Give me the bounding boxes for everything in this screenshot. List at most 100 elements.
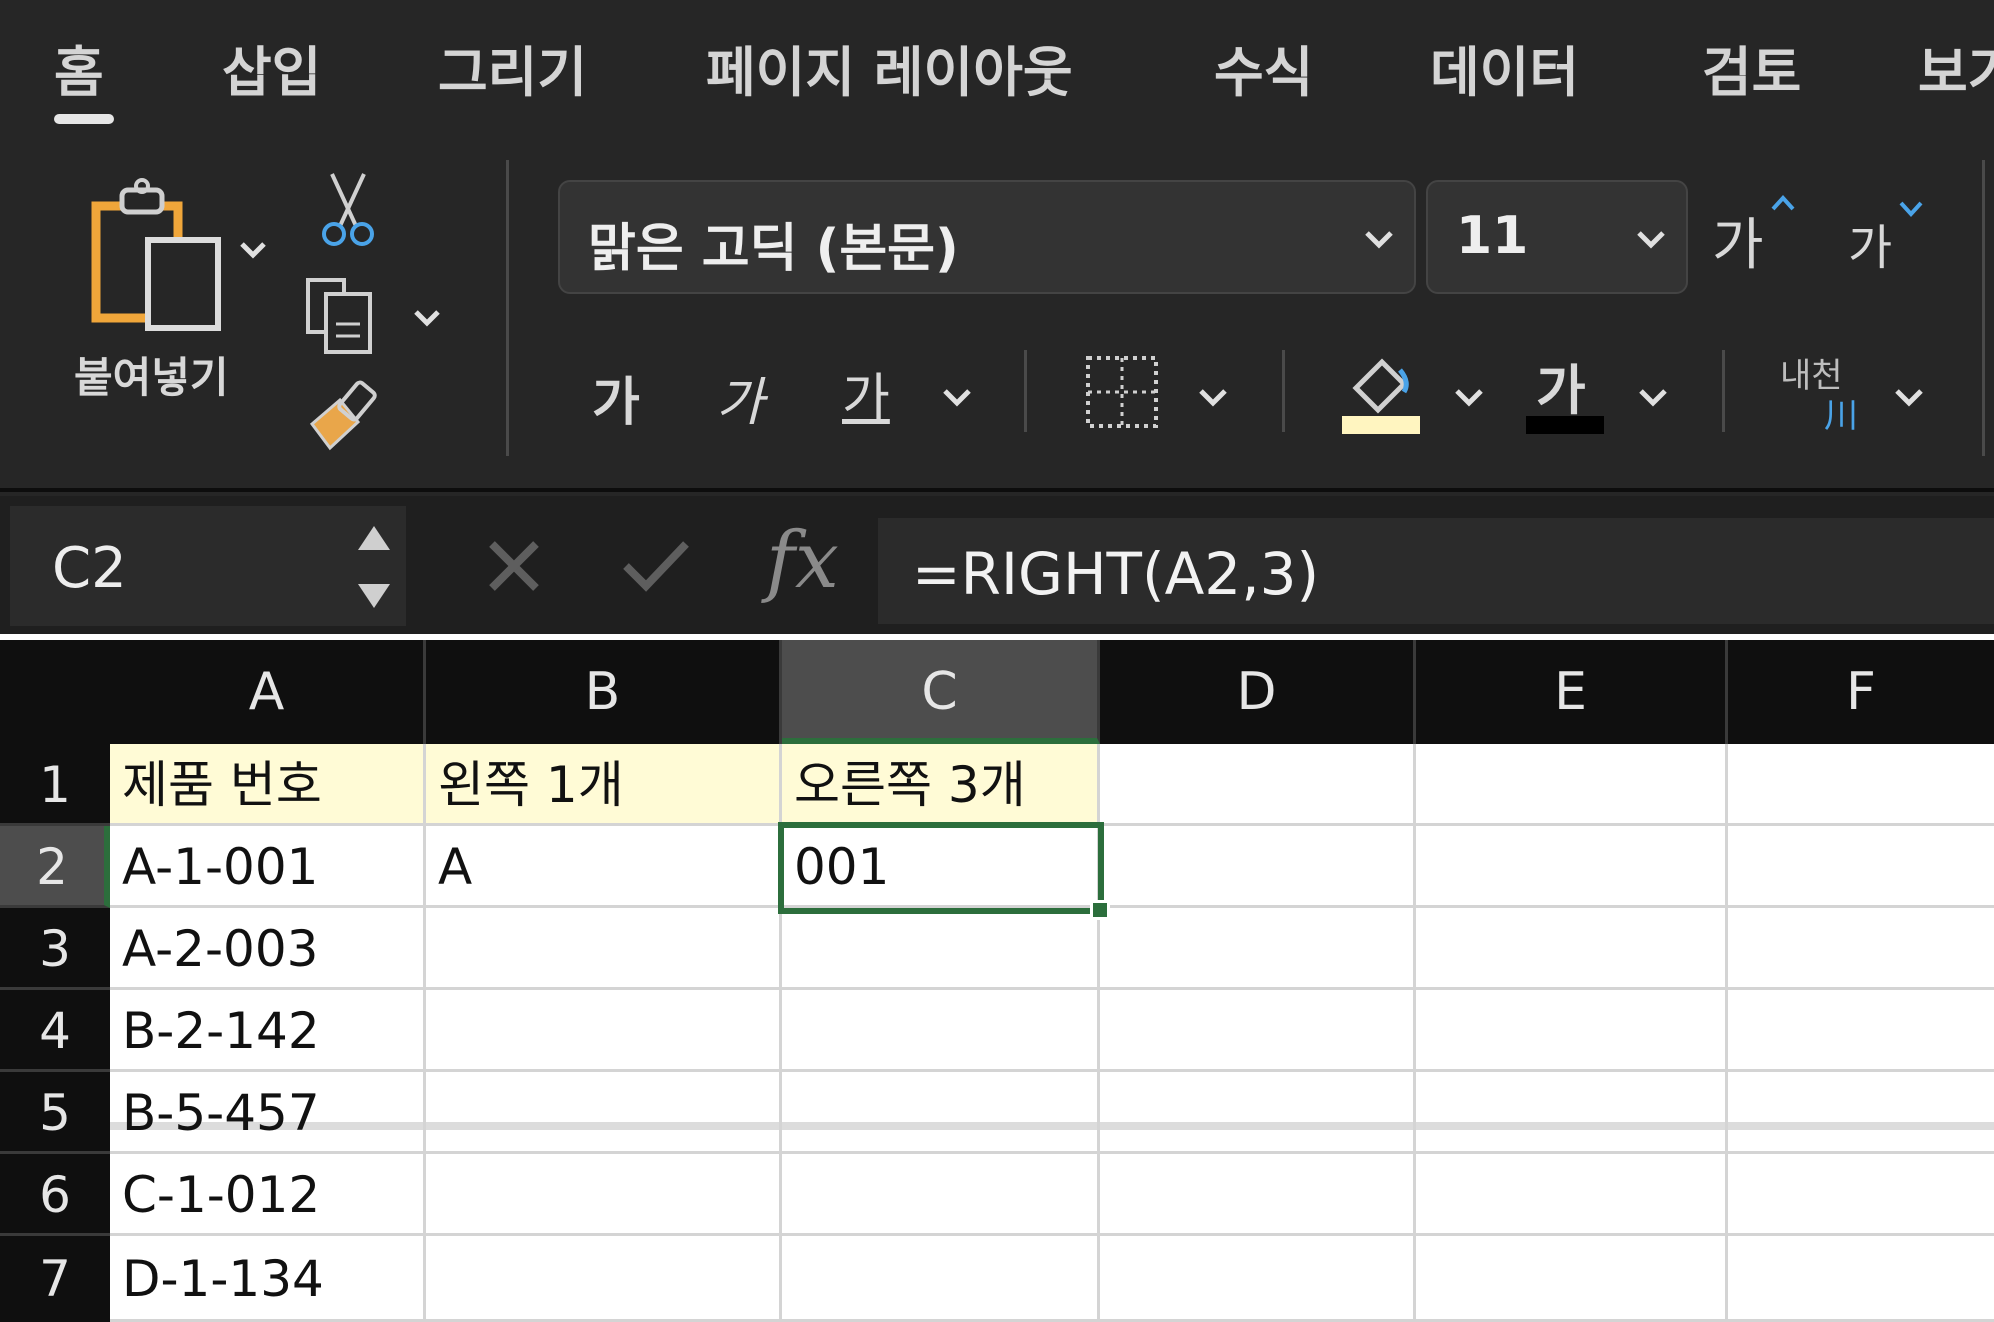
cell-b2[interactable]: A: [426, 826, 782, 908]
tab-formulas[interactable]: 수식: [1214, 28, 1313, 107]
underline-button[interactable]: 가: [842, 356, 890, 431]
font-color-dropdown-chevron-icon[interactable]: [1636, 386, 1670, 408]
increase-font-size-label: 가: [1712, 213, 1764, 278]
font-name-dropdown[interactable]: 맑은 고딕 (본문): [558, 180, 1416, 294]
name-box-stepper-icon[interactable]: [356, 522, 392, 612]
cell-f4[interactable]: [1728, 990, 1994, 1072]
formula-input[interactable]: =RIGHT(A2,3): [878, 518, 1994, 624]
cell-b1[interactable]: 왼쪽 1개: [426, 744, 782, 826]
cell-c4[interactable]: [782, 990, 1100, 1072]
tab-data[interactable]: 데이터: [1430, 28, 1579, 107]
cell-e5[interactable]: [1416, 1072, 1728, 1154]
italic-button[interactable]: 가: [716, 360, 764, 435]
tab-view[interactable]: 보기: [1918, 28, 1994, 107]
tab-review[interactable]: 검토: [1702, 28, 1801, 107]
cell-e4[interactable]: [1416, 990, 1728, 1072]
tab-home[interactable]: 홈: [54, 28, 104, 107]
cell-c1[interactable]: 오른쪽 3개: [782, 744, 1100, 826]
cell-f5[interactable]: [1728, 1072, 1994, 1154]
paste-dropdown-chevron-icon[interactable]: [238, 240, 268, 260]
fill-handle[interactable]: [1090, 900, 1110, 920]
column-header-a[interactable]: A: [110, 640, 426, 744]
cancel-edit-icon[interactable]: [486, 538, 542, 594]
cell-d4[interactable]: [1100, 990, 1416, 1072]
cell-f2[interactable]: [1728, 826, 1994, 908]
phonetic-guide-button[interactable]: 내천 川: [1780, 348, 1870, 438]
fill-color-dropdown-chevron-icon[interactable]: [1452, 386, 1486, 408]
font-color-button[interactable]: 가: [1526, 346, 1606, 436]
cell-e2[interactable]: [1416, 826, 1728, 908]
tab-insert[interactable]: 삽입: [222, 28, 321, 107]
caret-down-icon: [1899, 201, 1923, 217]
cell-f3[interactable]: [1728, 908, 1994, 990]
active-cell-frame: [778, 822, 1104, 914]
cell-c3[interactable]: [782, 908, 1100, 990]
row-header-6[interactable]: 6: [0, 1154, 110, 1236]
increase-font-size-button[interactable]: 가: [1712, 190, 1802, 280]
cell-a2[interactable]: A-1-001: [110, 826, 426, 908]
cell-f7[interactable]: [1728, 1236, 1994, 1322]
copy-icon[interactable]: [304, 276, 394, 356]
clipboard-icon: [91, 178, 221, 331]
cell-e6[interactable]: [1416, 1154, 1728, 1236]
confirm-edit-icon[interactable]: [620, 538, 692, 594]
phonetic-dropdown-chevron-icon[interactable]: [1892, 386, 1926, 408]
cell-d1[interactable]: [1100, 744, 1416, 826]
caret-up-icon: [1771, 195, 1795, 211]
decrease-font-size-button[interactable]: 가: [1848, 198, 1938, 288]
cell-c7[interactable]: [782, 1236, 1100, 1322]
cell-a4[interactable]: B-2-142: [110, 990, 426, 1072]
borders-dropdown-chevron-icon[interactable]: [1196, 386, 1230, 408]
borders-icon[interactable]: [1084, 354, 1160, 430]
cell-f6[interactable]: [1728, 1154, 1994, 1236]
cell-a7[interactable]: D-1-134: [110, 1236, 426, 1322]
cut-icon[interactable]: [318, 170, 378, 250]
fill-color-icon[interactable]: [1342, 350, 1422, 434]
cell-d2[interactable]: [1100, 826, 1416, 908]
row-header-5[interactable]: 5: [0, 1072, 110, 1154]
underline-dropdown-chevron-icon[interactable]: [940, 386, 974, 408]
cell-f1[interactable]: [1728, 744, 1994, 826]
cell-d5[interactable]: [1100, 1072, 1416, 1154]
cell-b6[interactable]: [426, 1154, 782, 1236]
cell-a3[interactable]: A-2-003: [110, 908, 426, 990]
format-painter-icon[interactable]: [306, 378, 386, 458]
name-box[interactable]: C2: [10, 506, 406, 626]
bold-button[interactable]: 가: [592, 360, 640, 435]
cell-a1[interactable]: 제품 번호: [110, 744, 426, 826]
row-header-3[interactable]: 3: [0, 908, 110, 990]
cell-d6[interactable]: [1100, 1154, 1416, 1236]
cell-b5[interactable]: [426, 1072, 782, 1154]
column-header-d[interactable]: D: [1100, 640, 1416, 744]
row-header-7[interactable]: 7: [0, 1236, 110, 1322]
column-header-f[interactable]: F: [1728, 640, 1994, 744]
cell-c5[interactable]: [782, 1072, 1100, 1154]
row-header-4[interactable]: 4: [0, 990, 110, 1072]
cell-d3[interactable]: [1100, 908, 1416, 990]
row-header-1[interactable]: 1: [0, 744, 110, 826]
cell-e7[interactable]: [1416, 1236, 1728, 1322]
font-color-label: 가: [1536, 359, 1586, 422]
name-box-value: C2: [52, 536, 127, 601]
cell-b3[interactable]: [426, 908, 782, 990]
cell-a6[interactable]: C-1-012: [110, 1154, 426, 1236]
cell-b4[interactable]: [426, 990, 782, 1072]
cell-d7[interactable]: [1100, 1236, 1416, 1322]
paste-button[interactable]: 붙여넣기: [70, 176, 270, 406]
copy-dropdown-chevron-icon[interactable]: [412, 308, 442, 328]
cell-b7[interactable]: [426, 1236, 782, 1322]
cell-a5[interactable]: B-5-457: [110, 1072, 426, 1154]
tab-page-layout[interactable]: 페이지 레이아웃: [706, 28, 1073, 107]
cell-c6[interactable]: [782, 1154, 1100, 1236]
ribbon-separator: [1722, 350, 1725, 432]
tab-draw[interactable]: 그리기: [438, 28, 587, 107]
active-tab-indicator: [54, 114, 114, 124]
column-header-c[interactable]: C: [782, 640, 1100, 744]
row-header-2[interactable]: 2: [0, 826, 110, 908]
column-header-b[interactable]: B: [426, 640, 782, 744]
insert-function-button[interactable]: fx: [766, 516, 839, 606]
cell-e1[interactable]: [1416, 744, 1728, 826]
cell-e3[interactable]: [1416, 908, 1728, 990]
column-header-e[interactable]: E: [1416, 640, 1728, 744]
font-size-dropdown[interactable]: 11: [1426, 180, 1688, 294]
